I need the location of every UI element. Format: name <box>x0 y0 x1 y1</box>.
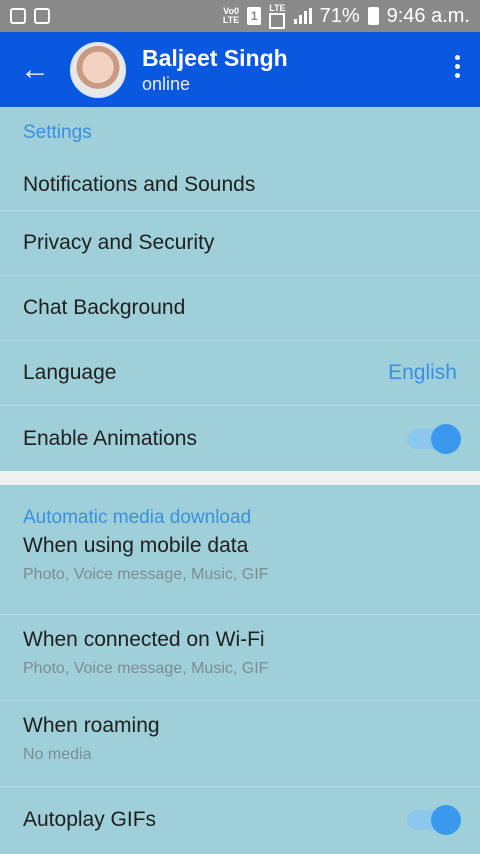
privacy-row[interactable]: Privacy and Security <box>0 211 480 276</box>
toggle-knob <box>431 804 461 835</box>
mobile-data-label: When using mobile data <box>23 534 249 557</box>
media-download-section: Automatic media download When using mobi… <box>0 485 480 852</box>
mobile-data-row[interactable]: When using mobile data Photo, Voice mess… <box>0 529 480 615</box>
notifications-row[interactable]: Notifications and Sounds <box>0 159 480 211</box>
privacy-label: Privacy and Security <box>23 231 215 254</box>
settings-section: Settings Notifications and Sounds Privac… <box>0 107 480 471</box>
volte-icon: Vo0 LTE <box>222 6 240 25</box>
clock: 9:46 a.m. <box>386 4 470 27</box>
section-divider <box>0 471 480 485</box>
language-row[interactable]: Language English <box>0 341 480 406</box>
roaming-row[interactable]: When roaming No media <box>0 701 480 787</box>
dot-icon <box>454 55 460 60</box>
wifi-label: When connected on Wi-Fi <box>23 628 265 651</box>
avatar[interactable] <box>70 41 126 98</box>
more-options-button[interactable] <box>452 55 462 78</box>
animations-toggle[interactable] <box>407 423 461 454</box>
autoplay-label: Autoplay GIFs <box>23 807 157 831</box>
roaming-label: When roaming <box>23 714 160 737</box>
wifi-row[interactable]: When connected on Wi-Fi Photo, Voice mes… <box>0 615 480 701</box>
language-label: Language <box>23 361 117 384</box>
chat-background-label: Chat Background <box>23 296 186 319</box>
battery-icon <box>367 7 379 25</box>
contact-title[interactable]: Baljeet Singh online <box>142 45 288 95</box>
notifications-label: Notifications and Sounds <box>23 172 256 196</box>
wifi-sub: Photo, Voice message, Music, GIF <box>23 660 269 677</box>
media-header: Automatic media download <box>23 507 252 528</box>
dot-icon <box>454 64 460 69</box>
back-arrow-icon: ← <box>20 52 50 86</box>
notification-icons <box>10 8 50 24</box>
chat-background-row[interactable]: Chat Background <box>0 276 480 341</box>
autoplay-toggle[interactable] <box>407 804 461 835</box>
image-notification-icon <box>34 8 50 24</box>
back-button[interactable]: ← <box>0 32 70 107</box>
contact-status: online <box>142 73 191 94</box>
signal-strength-icon <box>293 8 312 24</box>
settings-header: Settings <box>23 122 92 143</box>
system-status: Vo0 LTE 1 LTE 71% 9:46 a.m. <box>222 3 470 29</box>
roaming-sub: No media <box>23 746 92 763</box>
battery-percent: 71% <box>319 4 360 27</box>
dot-icon <box>454 73 460 78</box>
toggle-knob <box>431 423 461 454</box>
app-bar: ← Baljeet Singh online <box>0 32 480 107</box>
autoplay-row[interactable]: Autoplay GIFs <box>0 787 480 852</box>
animations-row[interactable]: Enable Animations <box>0 406 480 471</box>
mobile-data-sub: Photo, Voice message, Music, GIF <box>23 566 269 583</box>
sim-icon: 1 <box>247 7 262 25</box>
animations-label: Enable Animations <box>23 426 197 450</box>
lte-signal-icon: LTE <box>269 3 286 29</box>
gallery-icon <box>10 8 26 24</box>
language-value: English <box>388 361 457 384</box>
contact-name: Baljeet Singh <box>142 44 288 71</box>
status-bar: Vo0 LTE 1 LTE 71% 9:46 a.m. <box>0 0 480 32</box>
